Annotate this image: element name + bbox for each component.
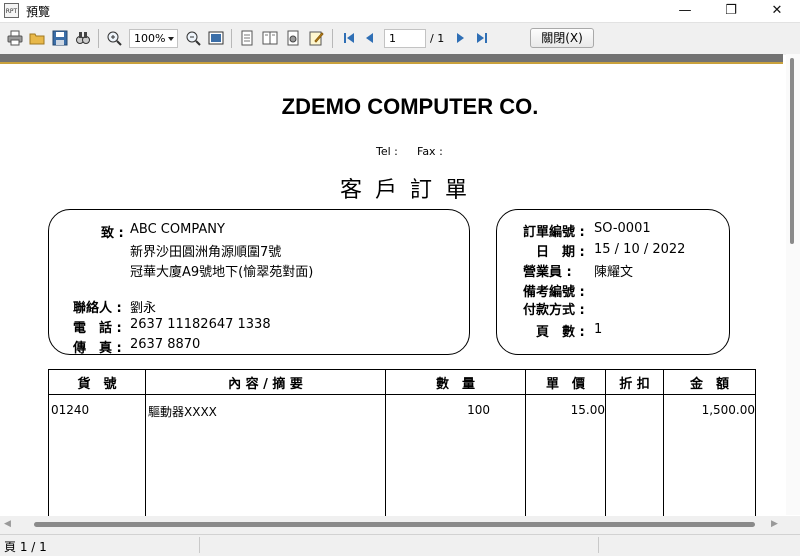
to-label: 致 : <box>101 226 124 241</box>
toolbar: 100% 1 / 1 關閉(X) <box>0 22 800 55</box>
item-quantity: 100 <box>385 394 526 516</box>
fax-label: Fax : <box>417 145 443 158</box>
page-setup-icon[interactable] <box>284 29 302 47</box>
company-name: ZDEMO COMPUTER CO. <box>281 94 539 119</box>
save-icon[interactable] <box>51 29 69 47</box>
salesperson-label: 營業員 : <box>523 265 572 280</box>
order-number-label: 訂單編號 : <box>523 225 585 240</box>
salesperson-value: 陳耀文 <box>594 265 634 280</box>
find-icon[interactable] <box>74 29 92 47</box>
payment-method-label: 付款方式 : <box>523 303 585 318</box>
column-header: 內 容 / 摘 要 <box>145 369 386 395</box>
document-title: 客戶訂單 <box>339 178 480 203</box>
column-header: 金 額 <box>663 369 756 395</box>
zoom-in-icon[interactable] <box>105 29 123 47</box>
column-header: 折 扣 <box>605 369 664 395</box>
two-pages-icon[interactable] <box>261 29 279 47</box>
customer-address-2: 冠華大廈A9號地下(愉翠苑對面) <box>130 265 314 280</box>
column-header: 貨 號 <box>48 369 146 395</box>
toolbar-separator <box>98 29 99 48</box>
fit-page-icon[interactable] <box>207 29 225 47</box>
status-bar: 頁 1 / 1 <box>0 534 800 556</box>
print-icon[interactable] <box>6 29 24 47</box>
customer-name: ABC COMPANY <box>130 222 225 237</box>
order-number-value: SO-0001 <box>594 221 651 236</box>
tel-label: Tel : <box>376 145 398 158</box>
toolbar-separator <box>231 29 232 48</box>
single-page-icon[interactable] <box>238 29 256 47</box>
close-window-button[interactable]: ✕ <box>754 0 800 22</box>
table-row: 01240 驅動器XXXX 100 15.00 1,500.00 <box>48 394 756 516</box>
open-folder-icon[interactable] <box>28 29 46 47</box>
last-page-icon[interactable] <box>473 29 491 47</box>
column-header: 數 量 <box>385 369 526 395</box>
vertical-scroll-thumb[interactable] <box>790 58 794 244</box>
scroll-right-icon[interactable]: ▶ <box>771 519 778 529</box>
scroll-left-icon[interactable]: ◀ <box>4 519 11 529</box>
report-header-bar <box>0 54 783 62</box>
window-title: 預覽 <box>26 5 51 19</box>
page-total: / 1 <box>430 32 445 45</box>
chevron-down-icon <box>168 37 174 41</box>
fax-value: 2637 8870 <box>130 337 201 352</box>
title-bar: RPT 預覽 — ❐ ✕ <box>0 0 800 22</box>
item-amount: 1,500.00 <box>663 394 756 516</box>
previous-page-icon[interactable] <box>361 29 379 47</box>
item-description: 驅動器XXXX <box>145 394 386 516</box>
item-unit-price: 15.00 <box>525 394 606 516</box>
report-page: ZDEMO COMPUTER CO. Tel : Fax : 客戶訂單 致 : … <box>0 64 786 516</box>
status-divider <box>199 537 200 553</box>
page-number-input[interactable]: 1 <box>384 29 426 48</box>
zoom-value: 100% <box>134 32 166 45</box>
order-items-table: 貨 號 內 容 / 摘 要 數 量 單 價 折 扣 金 額 01240 驅動器X… <box>48 369 756 516</box>
maximize-button[interactable]: ❐ <box>708 0 754 22</box>
status-divider <box>598 537 599 553</box>
contact-value: 劉永 <box>130 301 157 316</box>
status-page-indicator: 頁 1 / 1 <box>4 540 47 554</box>
zoom-select[interactable]: 100% <box>129 29 178 48</box>
item-discount <box>605 394 664 516</box>
first-page-icon[interactable] <box>340 29 358 47</box>
date-label: 日 期 : <box>536 245 585 260</box>
horizontal-scrollbar[interactable]: ◀ ▶ <box>0 516 800 534</box>
next-page-icon[interactable] <box>451 29 469 47</box>
date-value: 15 / 10 / 2022 <box>594 242 686 257</box>
item-code: 01240 <box>48 394 146 516</box>
horizontal-scroll-thumb[interactable] <box>34 522 755 527</box>
phone-value: 2637 11182647 1338 <box>130 317 271 332</box>
contact-label: 聯絡人 : <box>73 301 122 316</box>
pages-label: 頁 數 : <box>536 325 585 340</box>
column-header: 單 價 <box>525 369 606 395</box>
app-icon: RPT <box>4 3 19 18</box>
customer-address-1: 新界沙田圓洲角源順圍7號 <box>130 245 282 260</box>
reference-label: 備考編號 : <box>523 285 585 300</box>
fax-value-label: 傳 真 : <box>73 341 122 356</box>
close-preview-button[interactable]: 關閉(X) <box>530 28 594 48</box>
zoom-out-icon[interactable] <box>184 29 202 47</box>
toolbar-separator <box>332 29 333 48</box>
pages-value: 1 <box>594 322 603 337</box>
minimize-button[interactable]: — <box>662 0 708 22</box>
phone-label: 電 話 : <box>73 321 122 336</box>
edit-icon[interactable] <box>307 29 325 47</box>
table-header-row: 貨 號 內 容 / 摘 要 數 量 單 價 折 扣 金 額 <box>48 369 756 395</box>
